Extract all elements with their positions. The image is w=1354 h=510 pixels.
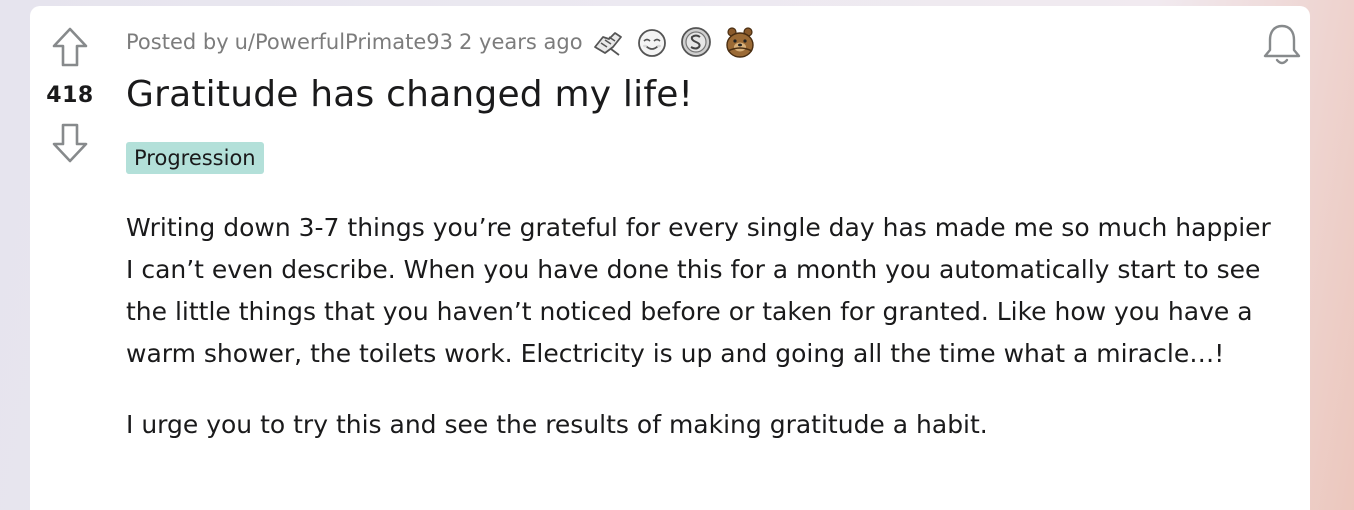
post-body: Writing down 3-7 things you’re grateful …: [126, 207, 1276, 475]
posted-by-label: Posted by: [126, 30, 229, 54]
post-body-paragraph: I urge you to try this and see the resul…: [126, 410, 988, 439]
post-card: 418 Posted by u/PowerfulPrimate93 2 year…: [30, 6, 1310, 510]
vote-score: 418: [46, 83, 94, 108]
upvote-arrow-icon: [52, 27, 88, 67]
post-body-paragraph: Writing down 3-7 things you’re grateful …: [126, 213, 1271, 368]
post-meta: Posted by u/PowerfulPrimate93 2 years ag…: [126, 24, 767, 60]
upvote-button[interactable]: [51, 26, 89, 68]
bear-hug-award-icon[interactable]: [723, 25, 757, 59]
follow-post-button[interactable]: [1262, 22, 1302, 68]
silver-coin-award-icon[interactable]: [679, 25, 713, 59]
awards-list: [591, 25, 767, 59]
post-timestamp[interactable]: 2 years ago: [459, 30, 583, 54]
bell-icon: [1263, 24, 1301, 65]
post-title[interactable]: Gratitude has changed my life!: [126, 74, 693, 115]
post-flair[interactable]: Progression: [126, 142, 264, 174]
downvote-button[interactable]: [51, 122, 89, 164]
author-link[interactable]: u/PowerfulPrimate93: [235, 30, 453, 54]
wholesome-face-award-icon[interactable]: [635, 25, 669, 59]
downvote-arrow-icon: [52, 123, 88, 163]
helpful-hands-award-icon[interactable]: [591, 25, 625, 59]
